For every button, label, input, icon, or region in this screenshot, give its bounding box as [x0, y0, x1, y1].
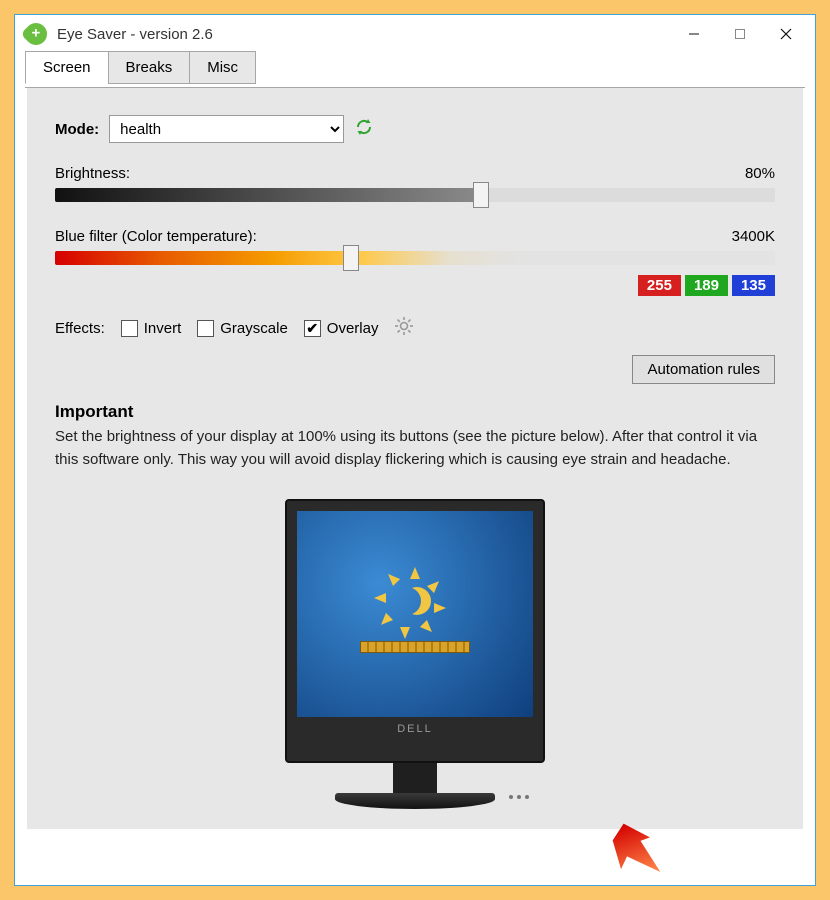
- important-body: Set the brightness of your display at 10…: [55, 426, 775, 471]
- colortemp-thumb[interactable]: [343, 245, 359, 271]
- tab-misc[interactable]: Misc: [189, 51, 256, 84]
- sun-moon-icon: [387, 575, 443, 631]
- brightness-bar-icon: [360, 641, 470, 653]
- tab-screen[interactable]: Screen: [25, 51, 109, 84]
- monitor-buttons-icon: [509, 795, 529, 799]
- brightness-label: Brightness:: [55, 165, 130, 182]
- brightness-block: Brightness: 80%: [55, 165, 775, 202]
- window-title: Eye Saver - version 2.6: [57, 26, 671, 43]
- app-shield-icon: [20, 18, 51, 49]
- important-section: Important Set the brightness of your dis…: [55, 402, 775, 471]
- overlay-label: Overlay: [327, 320, 379, 337]
- mode-label: Mode:: [55, 121, 99, 138]
- overlay-checkbox[interactable]: ✔ Overlay: [304, 320, 379, 337]
- app-window: Eye Saver - version 2.6 Screen Breaks Mi…: [14, 14, 816, 886]
- monitor-brand: DELL: [297, 723, 533, 735]
- automation-rules-button[interactable]: Automation rules: [632, 355, 775, 384]
- maximize-button[interactable]: [717, 18, 763, 50]
- rgb-green: 189: [685, 275, 728, 296]
- colortemp-label: Blue filter (Color temperature):: [55, 228, 257, 245]
- grayscale-label: Grayscale: [220, 320, 288, 337]
- invert-checkbox[interactable]: Invert: [121, 320, 182, 337]
- close-button[interactable]: [763, 18, 809, 50]
- effects-row: Effects: Invert Grayscale ✔ Overlay: [55, 316, 775, 341]
- colortemp-block: Blue filter (Color temperature): 3400K 2…: [55, 228, 775, 296]
- minimize-button[interactable]: [671, 18, 717, 50]
- rgb-red: 255: [638, 275, 681, 296]
- rgb-readout: 255 189 135: [55, 275, 775, 296]
- colortemp-slider[interactable]: [55, 251, 775, 265]
- refresh-icon[interactable]: [354, 117, 374, 142]
- invert-label: Invert: [144, 320, 182, 337]
- checkbox-icon: [197, 320, 214, 337]
- window-controls: [671, 18, 809, 50]
- important-heading: Important: [55, 402, 775, 422]
- tab-breaks[interactable]: Breaks: [108, 51, 191, 84]
- brightness-value: 80%: [745, 165, 775, 182]
- mode-select[interactable]: health: [109, 115, 344, 143]
- gear-icon[interactable]: [394, 316, 414, 341]
- grayscale-checkbox[interactable]: Grayscale: [197, 320, 288, 337]
- checkbox-checked-icon: ✔: [304, 320, 321, 337]
- checkbox-icon: [121, 320, 138, 337]
- title-bar: Eye Saver - version 2.6: [15, 15, 815, 53]
- brightness-slider[interactable]: [55, 188, 775, 202]
- brightness-thumb[interactable]: [473, 182, 489, 208]
- effects-label: Effects:: [55, 320, 105, 337]
- screen-panel: Mode: health Brightness: 80%: [27, 87, 803, 829]
- tabstrip: Screen Breaks Misc Mode: health: [15, 53, 815, 829]
- rgb-blue: 135: [732, 275, 775, 296]
- monitor-illustration: DELL: [55, 499, 775, 809]
- colortemp-value: 3400K: [732, 228, 775, 245]
